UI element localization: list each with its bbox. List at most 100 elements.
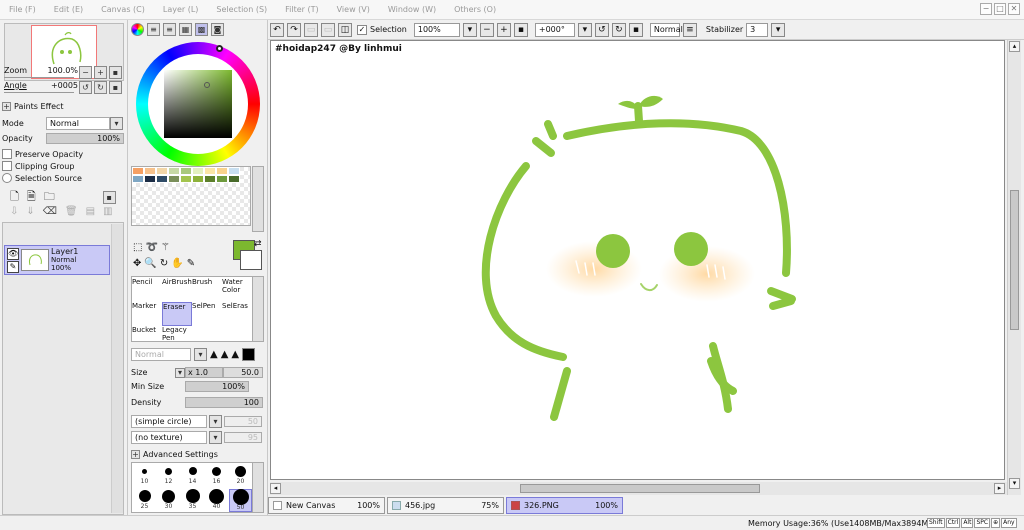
- palette-swatch[interactable]: [144, 175, 156, 183]
- new-layer-icon[interactable]: 🗋: [10, 188, 19, 207]
- zoom-select[interactable]: 100%: [413, 22, 460, 37]
- palette-swatch[interactable]: [156, 175, 168, 183]
- undo-icon[interactable]: ↶: [270, 22, 284, 37]
- opacity-slider[interactable]: 100%: [46, 133, 124, 144]
- layer-properties-icon[interactable]: ▤: [86, 206, 95, 217]
- brush-shape-dropdown-icon[interactable]: ▾: [209, 415, 222, 428]
- tool-selpen[interactable]: SelPen: [192, 302, 222, 326]
- color-picker-cursor[interactable]: [204, 82, 210, 88]
- brush-size-cell[interactable]: 35: [181, 489, 204, 512]
- rgb-slider-tab-icon[interactable]: ≡: [147, 23, 160, 36]
- new-layer-set-icon[interactable]: 🗎: [27, 188, 36, 207]
- tab-456-jpg[interactable]: 456.jpg 75%: [387, 497, 504, 514]
- delete-layer-icon[interactable]: 🗑: [65, 206, 78, 217]
- advanced-expand-icon[interactable]: +: [131, 450, 140, 459]
- palette-swatch[interactable]: [132, 167, 144, 175]
- selection-source-radio[interactable]: [2, 173, 12, 183]
- palette-swatch[interactable]: [192, 167, 204, 175]
- scratchpad-tab-icon[interactable]: ◙: [211, 23, 224, 36]
- palette-swatch[interactable]: [144, 167, 156, 175]
- swatch-palette[interactable]: [132, 167, 250, 183]
- stabilizer-dropdown-icon[interactable]: ▾: [771, 22, 786, 37]
- brush-shape-2-icon[interactable]: ▲: [221, 349, 229, 360]
- clipping-group-checkbox[interactable]: [2, 161, 12, 171]
- tool-seleras[interactable]: SelEras: [222, 302, 252, 326]
- angle-select[interactable]: +000°: [534, 22, 575, 37]
- vertical-scroll-thumb[interactable]: [1010, 190, 1019, 330]
- tool-grid-scrollbar[interactable]: [252, 276, 264, 342]
- tool-pencil[interactable]: Pencil: [132, 278, 162, 302]
- menu-filter[interactable]: Filter (T): [276, 5, 327, 14]
- zoom-icon[interactable]: 🔍: [144, 258, 156, 269]
- stabilizer-select[interactable]: 3: [746, 22, 769, 37]
- brush-size-cell[interactable]: 12: [157, 464, 180, 487]
- toolbar-rotate-right-icon[interactable]: ↻: [611, 22, 626, 37]
- redo-icon[interactable]: ↷: [287, 22, 301, 37]
- brush-shape-1-icon[interactable]: ▲: [210, 349, 218, 360]
- rect-select-icon[interactable]: ⬚: [133, 242, 142, 253]
- tool-bucket[interactable]: Bucket: [132, 326, 162, 340]
- horizontal-scroll-thumb[interactable]: [520, 484, 760, 493]
- palette-swatch[interactable]: [156, 167, 168, 175]
- brush-shape-select[interactable]: (simple circle): [131, 415, 207, 428]
- rotate-left-icon[interactable]: ↺: [79, 81, 92, 94]
- palette-swatch[interactable]: [192, 175, 204, 183]
- menu-selection[interactable]: Selection (S): [207, 5, 276, 14]
- brush-size-cell[interactable]: 14: [181, 464, 204, 487]
- hsv-slider-tab-icon[interactable]: ≡: [163, 23, 176, 36]
- menu-view[interactable]: View (V): [328, 5, 379, 14]
- close-button[interactable]: ✕: [1008, 3, 1020, 15]
- magic-wand-icon[interactable]: ⚚: [161, 242, 170, 253]
- minsize-slider[interactable]: 100%: [185, 381, 249, 392]
- tool-watercolor[interactable]: Water Color: [222, 278, 252, 302]
- preserve-opacity-checkbox[interactable]: [2, 149, 12, 159]
- brush-size-cell[interactable]: 10: [133, 464, 156, 487]
- brush-shape-3-icon[interactable]: ▲: [231, 349, 239, 360]
- toolbar-blend-select[interactable]: Normal: [649, 22, 683, 37]
- tool-eraser[interactable]: Eraser: [162, 302, 192, 326]
- toolbar-zoom-in-icon[interactable]: +: [496, 22, 511, 37]
- texture-select[interactable]: (no texture): [131, 431, 207, 444]
- zoom-out-icon[interactable]: −: [79, 66, 92, 79]
- rotate-reset-icon[interactable]: ▪: [109, 81, 122, 94]
- toolbar-rotate-left-icon[interactable]: ↺: [594, 22, 609, 37]
- lasso-icon[interactable]: ➰: [145, 242, 157, 253]
- rotate-right-icon[interactable]: ↻: [94, 81, 107, 94]
- new-folder-icon[interactable]: 🗀: [44, 188, 55, 207]
- clipping-group-row[interactable]: Clipping Group: [2, 161, 74, 171]
- menu-edit[interactable]: Edit (E): [45, 5, 92, 14]
- brush-size-cell[interactable]: 25: [133, 489, 156, 512]
- saturation-value-square[interactable]: [164, 70, 232, 138]
- tool-airbrush[interactable]: AirBrush: [162, 278, 192, 302]
- palette-swatch[interactable]: [180, 167, 192, 175]
- tab-326-png[interactable]: 326.PNG 100%: [506, 497, 623, 514]
- selection-source-row[interactable]: Selection Source: [2, 173, 82, 183]
- layer-list-scrollbar[interactable]: [111, 224, 123, 513]
- selection-toggle-icon[interactable]: ◫: [338, 22, 352, 37]
- palette-swatch[interactable]: [228, 167, 240, 175]
- tool-legacy-pen[interactable]: Legacy Pen: [162, 326, 192, 340]
- swatch-tab-icon[interactable]: ▩: [195, 23, 208, 36]
- swatch-scrollbar[interactable]: [252, 166, 264, 232]
- layer-mask-icon[interactable]: ▪: [102, 191, 116, 204]
- invert-selection-icon[interactable]: ▭: [321, 22, 335, 37]
- toolbar-zoom-reset-icon[interactable]: ▪: [513, 22, 528, 37]
- swap-colors-icon[interactable]: ⇄: [254, 239, 262, 249]
- move-icon[interactable]: ✥: [133, 258, 141, 269]
- layer-item[interactable]: 👁 ✎ Layer1 Normal 100%: [4, 245, 110, 275]
- canvas-vertical-scrollbar[interactable]: ▴ ▾: [1007, 40, 1021, 495]
- toolbar-zoom-out-icon[interactable]: −: [479, 22, 494, 37]
- tool-marker[interactable]: Marker: [132, 302, 162, 326]
- texture-strength[interactable]: 95: [224, 432, 262, 443]
- palette-tab-icon[interactable]: ▦: [179, 23, 192, 36]
- toolbar-rotate-reset-icon[interactable]: ▪: [628, 22, 643, 37]
- transfer-down-icon[interactable]: ⇩: [10, 206, 18, 217]
- scroll-right-icon[interactable]: ▸: [994, 483, 1005, 494]
- palette-swatch[interactable]: [168, 167, 180, 175]
- brush-size-cell[interactable]: 50: [229, 489, 252, 512]
- hue-ring[interactable]: [136, 42, 260, 166]
- secondary-color-swatch[interactable]: [240, 250, 262, 270]
- layer-edit-pencil-icon[interactable]: ✎: [7, 261, 19, 273]
- rotate-icon[interactable]: ↻: [160, 258, 168, 269]
- scroll-left-icon[interactable]: ◂: [270, 483, 281, 494]
